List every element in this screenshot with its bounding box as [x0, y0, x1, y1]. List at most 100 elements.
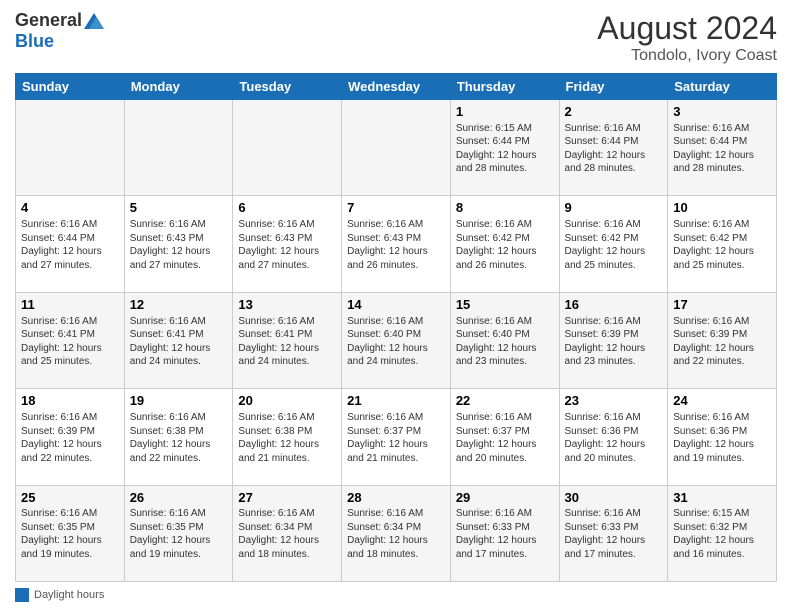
day-info: Sunrise: 6:16 AM Sunset: 6:42 PM Dayligh…	[456, 218, 554, 272]
calendar-cell	[233, 100, 342, 196]
day-info: Sunrise: 6:16 AM Sunset: 6:39 PM Dayligh…	[673, 315, 771, 369]
day-info: Sunrise: 6:16 AM Sunset: 6:44 PM Dayligh…	[565, 122, 663, 176]
day-number: 28	[347, 490, 445, 507]
calendar-cell: 14Sunrise: 6:16 AM Sunset: 6:40 PM Dayli…	[342, 292, 451, 388]
day-info: Sunrise: 6:16 AM Sunset: 6:37 PM Dayligh…	[456, 411, 554, 465]
day-info: Sunrise: 6:15 AM Sunset: 6:44 PM Dayligh…	[456, 122, 554, 176]
calendar-cell: 18Sunrise: 6:16 AM Sunset: 6:39 PM Dayli…	[16, 389, 125, 485]
legend-color-box	[15, 588, 29, 602]
day-number: 4	[21, 200, 119, 217]
day-info: Sunrise: 6:16 AM Sunset: 6:40 PM Dayligh…	[347, 315, 445, 369]
day-number: 26	[130, 490, 228, 507]
day-info: Sunrise: 6:16 AM Sunset: 6:41 PM Dayligh…	[238, 315, 336, 369]
calendar-cell	[124, 100, 233, 196]
day-info: Sunrise: 6:16 AM Sunset: 6:36 PM Dayligh…	[565, 411, 663, 465]
day-info: Sunrise: 6:16 AM Sunset: 6:34 PM Dayligh…	[238, 507, 336, 561]
calendar-cell: 3Sunrise: 6:16 AM Sunset: 6:44 PM Daylig…	[668, 100, 777, 196]
day-info: Sunrise: 6:16 AM Sunset: 6:33 PM Dayligh…	[456, 507, 554, 561]
day-info: Sunrise: 6:16 AM Sunset: 6:44 PM Dayligh…	[673, 122, 771, 176]
day-info: Sunrise: 6:16 AM Sunset: 6:35 PM Dayligh…	[21, 507, 119, 561]
month-year-title: August 2024	[597, 10, 777, 47]
day-number: 1	[456, 104, 554, 121]
col-thursday: Thursday	[450, 74, 559, 100]
calendar-cell: 16Sunrise: 6:16 AM Sunset: 6:39 PM Dayli…	[559, 292, 668, 388]
location-subtitle: Tondolo, Ivory Coast	[597, 47, 777, 65]
calendar-cell: 8Sunrise: 6:16 AM Sunset: 6:42 PM Daylig…	[450, 196, 559, 292]
day-number: 2	[565, 104, 663, 121]
day-info: Sunrise: 6:16 AM Sunset: 6:43 PM Dayligh…	[347, 218, 445, 272]
calendar-week-1: 1Sunrise: 6:15 AM Sunset: 6:44 PM Daylig…	[16, 100, 777, 196]
day-info: Sunrise: 6:16 AM Sunset: 6:36 PM Dayligh…	[673, 411, 771, 465]
day-info: Sunrise: 6:16 AM Sunset: 6:39 PM Dayligh…	[565, 315, 663, 369]
page: General Blue August 2024 Tondolo, Ivory …	[0, 0, 792, 612]
calendar-cell: 22Sunrise: 6:16 AM Sunset: 6:37 PM Dayli…	[450, 389, 559, 485]
calendar-cell: 7Sunrise: 6:16 AM Sunset: 6:43 PM Daylig…	[342, 196, 451, 292]
day-info: Sunrise: 6:16 AM Sunset: 6:34 PM Dayligh…	[347, 507, 445, 561]
day-info: Sunrise: 6:16 AM Sunset: 6:43 PM Dayligh…	[130, 218, 228, 272]
calendar-cell: 2Sunrise: 6:16 AM Sunset: 6:44 PM Daylig…	[559, 100, 668, 196]
day-number: 17	[673, 297, 771, 314]
logo-text: General	[15, 10, 104, 31]
day-number: 27	[238, 490, 336, 507]
calendar-cell: 6Sunrise: 6:16 AM Sunset: 6:43 PM Daylig…	[233, 196, 342, 292]
calendar-week-5: 25Sunrise: 6:16 AM Sunset: 6:35 PM Dayli…	[16, 485, 777, 581]
day-number: 21	[347, 393, 445, 410]
legend: Daylight hours	[15, 588, 777, 602]
day-number: 8	[456, 200, 554, 217]
day-number: 22	[456, 393, 554, 410]
day-number: 6	[238, 200, 336, 217]
day-number: 3	[673, 104, 771, 121]
day-info: Sunrise: 6:16 AM Sunset: 6:43 PM Dayligh…	[238, 218, 336, 272]
day-number: 30	[565, 490, 663, 507]
logo: General Blue	[15, 10, 104, 52]
day-number: 13	[238, 297, 336, 314]
calendar-cell: 15Sunrise: 6:16 AM Sunset: 6:40 PM Dayli…	[450, 292, 559, 388]
day-info: Sunrise: 6:16 AM Sunset: 6:33 PM Dayligh…	[565, 507, 663, 561]
calendar-cell: 9Sunrise: 6:16 AM Sunset: 6:42 PM Daylig…	[559, 196, 668, 292]
calendar-cell: 12Sunrise: 6:16 AM Sunset: 6:41 PM Dayli…	[124, 292, 233, 388]
calendar-cell: 26Sunrise: 6:16 AM Sunset: 6:35 PM Dayli…	[124, 485, 233, 581]
day-number: 18	[21, 393, 119, 410]
day-number: 14	[347, 297, 445, 314]
calendar-cell: 1Sunrise: 6:15 AM Sunset: 6:44 PM Daylig…	[450, 100, 559, 196]
day-info: Sunrise: 6:16 AM Sunset: 6:44 PM Dayligh…	[21, 218, 119, 272]
day-info: Sunrise: 6:16 AM Sunset: 6:38 PM Dayligh…	[238, 411, 336, 465]
day-number: 5	[130, 200, 228, 217]
day-number: 15	[456, 297, 554, 314]
day-info: Sunrise: 6:16 AM Sunset: 6:41 PM Dayligh…	[21, 315, 119, 369]
day-number: 12	[130, 297, 228, 314]
calendar-table: Sunday Monday Tuesday Wednesday Thursday…	[15, 73, 777, 582]
calendar-cell: 29Sunrise: 6:16 AM Sunset: 6:33 PM Dayli…	[450, 485, 559, 581]
day-number: 9	[565, 200, 663, 217]
calendar-cell: 28Sunrise: 6:16 AM Sunset: 6:34 PM Dayli…	[342, 485, 451, 581]
calendar-cell	[342, 100, 451, 196]
calendar-cell: 31Sunrise: 6:15 AM Sunset: 6:32 PM Dayli…	[668, 485, 777, 581]
day-number: 25	[21, 490, 119, 507]
title-section: August 2024 Tondolo, Ivory Coast	[597, 10, 777, 65]
calendar-cell: 4Sunrise: 6:16 AM Sunset: 6:44 PM Daylig…	[16, 196, 125, 292]
logo-icon	[84, 13, 104, 29]
day-info: Sunrise: 6:16 AM Sunset: 6:42 PM Dayligh…	[673, 218, 771, 272]
logo-general-text: General	[15, 10, 82, 31]
col-saturday: Saturday	[668, 74, 777, 100]
col-sunday: Sunday	[16, 74, 125, 100]
header: General Blue August 2024 Tondolo, Ivory …	[15, 10, 777, 65]
calendar-cell: 27Sunrise: 6:16 AM Sunset: 6:34 PM Dayli…	[233, 485, 342, 581]
day-number: 31	[673, 490, 771, 507]
day-number: 23	[565, 393, 663, 410]
legend-label: Daylight hours	[34, 589, 104, 601]
calendar-cell: 11Sunrise: 6:16 AM Sunset: 6:41 PM Dayli…	[16, 292, 125, 388]
col-wednesday: Wednesday	[342, 74, 451, 100]
day-info: Sunrise: 6:16 AM Sunset: 6:38 PM Dayligh…	[130, 411, 228, 465]
calendar-cell: 21Sunrise: 6:16 AM Sunset: 6:37 PM Dayli…	[342, 389, 451, 485]
day-number: 19	[130, 393, 228, 410]
calendar-cell: 23Sunrise: 6:16 AM Sunset: 6:36 PM Dayli…	[559, 389, 668, 485]
day-number: 29	[456, 490, 554, 507]
day-number: 16	[565, 297, 663, 314]
calendar-cell	[16, 100, 125, 196]
day-info: Sunrise: 6:16 AM Sunset: 6:39 PM Dayligh…	[21, 411, 119, 465]
calendar-cell: 24Sunrise: 6:16 AM Sunset: 6:36 PM Dayli…	[668, 389, 777, 485]
calendar-week-3: 11Sunrise: 6:16 AM Sunset: 6:41 PM Dayli…	[16, 292, 777, 388]
day-number: 11	[21, 297, 119, 314]
col-friday: Friday	[559, 74, 668, 100]
